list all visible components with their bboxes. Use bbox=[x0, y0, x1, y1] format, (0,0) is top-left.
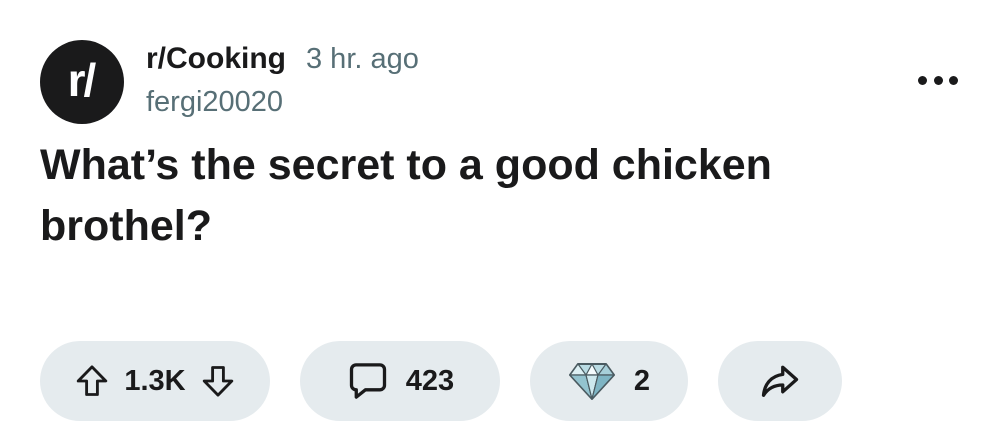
vote-bar: 1.3K bbox=[40, 341, 270, 421]
comment-count: 423 bbox=[405, 364, 455, 397]
post-timestamp: 3 hr. ago bbox=[306, 43, 419, 75]
comments-button[interactable]: 423 bbox=[300, 341, 500, 421]
more-horizontal-icon[interactable] bbox=[918, 70, 958, 90]
speech-bubble-icon bbox=[349, 363, 386, 399]
upvote-button[interactable] bbox=[74, 363, 110, 399]
subreddit-avatar[interactable]: r/ bbox=[40, 40, 124, 124]
arrow-up-outline-icon bbox=[77, 365, 108, 396]
subreddit-link[interactable]: r/Cooking bbox=[146, 42, 286, 76]
share-arrow-icon bbox=[761, 365, 799, 397]
award-button[interactable]: 2 bbox=[530, 341, 688, 421]
post-meta-row: r/Cooking 3 hr. ago bbox=[146, 42, 419, 82]
post-card: r/ r/Cooking 3 hr. ago fergi20020 What’s… bbox=[0, 0, 1000, 425]
author-link[interactable]: fergi20020 bbox=[146, 86, 419, 119]
subreddit-avatar-text: r/ bbox=[67, 54, 97, 106]
award-count: 2 bbox=[633, 364, 651, 397]
diamond-gem-icon bbox=[568, 363, 615, 400]
post-meta: r/Cooking 3 hr. ago fergi20020 bbox=[146, 42, 419, 119]
arrow-down-outline-icon bbox=[202, 366, 233, 397]
downvote-button[interactable] bbox=[200, 363, 236, 399]
share-button[interactable] bbox=[718, 341, 842, 421]
post-title[interactable]: What’s the secret to a good chicken brot… bbox=[40, 135, 920, 257]
vote-count: 1.3K bbox=[124, 364, 186, 397]
